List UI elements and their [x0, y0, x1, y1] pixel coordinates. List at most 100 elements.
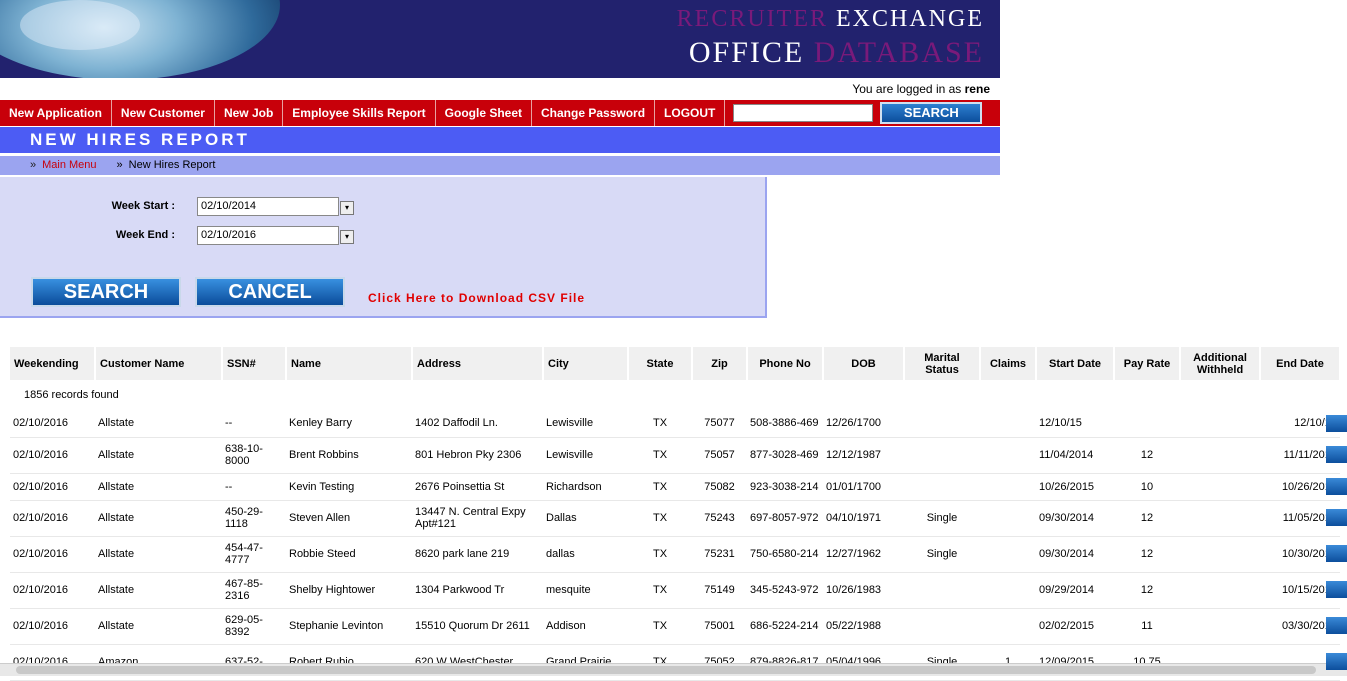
col-dob: DOB [823, 347, 905, 380]
week-end-calendar-icon[interactable]: ▾ [340, 230, 354, 244]
horizontal-scrollbar[interactable] [0, 663, 1347, 676]
breadcrumb-main-menu[interactable]: Main Menu [42, 159, 96, 171]
nav-search-button[interactable]: SEARCH [880, 102, 983, 124]
brand-line-1: RECRUITER EXCHANGE [676, 6, 984, 32]
table-row: 02/10/2016 Allstate 454-47-4777 Robbie Stee… [10, 536, 1340, 573]
cell-pay-rate: 12 [1114, 437, 1180, 474]
col-address: Address [412, 347, 544, 380]
cell-name: Shelby Hightower [286, 572, 412, 609]
cell-pay-rate: 10 [1114, 473, 1180, 501]
cell-phone: 345-5243-972 [747, 572, 823, 609]
cell-zip: 75082 [692, 473, 747, 501]
cell-name: Steven Allen [286, 500, 412, 537]
cell-address: 801 Hebron Pky 2306 [412, 437, 543, 474]
cell-additional-withheld [1180, 437, 1260, 474]
cell-city: dallas [543, 536, 628, 573]
cell-state: TX [628, 500, 692, 537]
col-pay-rate: Pay Rate [1114, 347, 1181, 380]
cell-pay-rate: 12 [1114, 572, 1180, 609]
week-start-calendar-icon[interactable]: ▾ [340, 201, 354, 215]
nav-new-customer[interactable]: New Customer [112, 100, 215, 126]
cell-pay-rate: 12 [1114, 500, 1180, 537]
cell-claims [980, 572, 1036, 609]
cell-claims [980, 437, 1036, 474]
scrollbar-thumb[interactable] [16, 666, 1316, 674]
cell-name: Stephanie Levinton [286, 608, 412, 645]
search-button[interactable]: SEARCH [31, 277, 181, 307]
main-nav: New Application New Customer New Job Emp… [0, 100, 1000, 126]
col-marital-status: Marital Status [904, 347, 981, 380]
cell-ssn: -- [222, 473, 286, 501]
cell-state: TX [628, 473, 692, 501]
cell-dob: 12/27/1962 [823, 536, 904, 573]
nav-search-input[interactable] [733, 104, 874, 122]
row-action-button[interactable] [1326, 415, 1347, 432]
cell-weekending: 02/10/2016 [10, 608, 95, 645]
cell-address: 13447 N. Central Expy Apt#121 [412, 500, 543, 537]
col-name: Name [286, 347, 413, 380]
col-weekending: Weekending [10, 347, 96, 380]
table-row: 02/10/2016 Allstate 629-05-8392 Stephanie L… [10, 608, 1340, 645]
cell-start-date: 10/26/2015 [1036, 473, 1114, 501]
cell-marital-status: Single [904, 500, 980, 537]
cell-ssn: 454-47-4777 [222, 536, 286, 573]
header-banner: RECRUITER EXCHANGE OFFICE DATABASE [0, 0, 1000, 78]
page-title-bar: NEW HIRES REPORT [0, 127, 1000, 153]
col-phone: Phone No [747, 347, 824, 380]
nav-google-sheet[interactable]: Google Sheet [436, 100, 533, 126]
col-zip: Zip [692, 347, 748, 380]
cell-customer-name: Allstate [95, 572, 222, 609]
nav-new-job[interactable]: New Job [215, 100, 284, 126]
row-action-button[interactable] [1326, 653, 1347, 670]
cell-state: TX [628, 410, 692, 438]
records-found-row: 1856 records found [10, 380, 1340, 410]
cell-city: Addison [543, 608, 628, 645]
cancel-button[interactable]: CANCEL [195, 277, 345, 307]
cell-start-date: 09/30/2014 [1036, 536, 1114, 573]
table-row: 02/10/2016 Allstate -- Kevin Testing 2676 Po… [10, 473, 1340, 501]
login-status: You are logged in as rene [852, 82, 990, 96]
breadcrumb-current: New Hires Report [128, 159, 216, 171]
row-action-button[interactable] [1326, 545, 1347, 562]
cell-marital-status [904, 473, 980, 501]
cell-marital-status [904, 437, 980, 474]
cell-weekending: 02/10/2016 [10, 437, 95, 474]
cell-address: 15510 Quorum Dr 2611 [412, 608, 543, 645]
cell-customer-name: Allstate [95, 608, 222, 645]
cell-marital-status [904, 608, 980, 645]
col-state: State [628, 347, 693, 380]
cell-dob: 12/12/1987 [823, 437, 904, 474]
cell-address: 1304 Parkwood Tr [412, 572, 543, 609]
row-action-button[interactable] [1326, 617, 1347, 634]
cell-additional-withheld [1180, 536, 1260, 573]
cell-name: Kenley Barry [286, 410, 412, 438]
week-start-input[interactable]: 02/10/2014 [197, 197, 339, 216]
cell-zip: 75149 [692, 572, 747, 609]
filter-panel: Week Start : 02/10/2014 ▾ Week End : 02/… [0, 177, 767, 318]
cell-claims [980, 608, 1036, 645]
cell-customer-name: Allstate [95, 473, 222, 501]
cell-address: 1402 Daffodil Ln. [412, 410, 543, 438]
cell-phone: 508-3886-469 [747, 410, 823, 438]
nav-logout[interactable]: LOGOUT [655, 100, 726, 126]
cell-dob: 12/26/1700 [823, 410, 904, 438]
col-ssn: SSN# [222, 347, 287, 380]
download-csv-link[interactable]: Click Here to Download CSV File [368, 291, 585, 305]
cell-name: Brent Robbins [286, 437, 412, 474]
nav-change-password[interactable]: Change Password [532, 100, 656, 126]
col-claims: Claims [980, 347, 1037, 380]
nav-employee-skills-report[interactable]: Employee Skills Report [283, 100, 436, 126]
cell-state: TX [628, 437, 692, 474]
row-action-button[interactable] [1326, 581, 1347, 598]
cell-ssn: 629-05-8392 [222, 608, 286, 645]
table-header-row: Weekending Customer Name SSN# Name Addre… [10, 347, 1341, 380]
row-action-button[interactable] [1326, 478, 1347, 495]
row-action-button[interactable] [1326, 446, 1347, 463]
nav-new-application[interactable]: New Application [0, 100, 112, 126]
cell-zip: 75231 [692, 536, 747, 573]
cell-start-date: 02/02/2015 [1036, 608, 1114, 645]
cell-city: Richardson [543, 473, 628, 501]
row-action-button[interactable] [1326, 509, 1347, 526]
week-end-input[interactable]: 02/10/2016 [197, 226, 339, 245]
cell-additional-withheld [1180, 500, 1260, 537]
